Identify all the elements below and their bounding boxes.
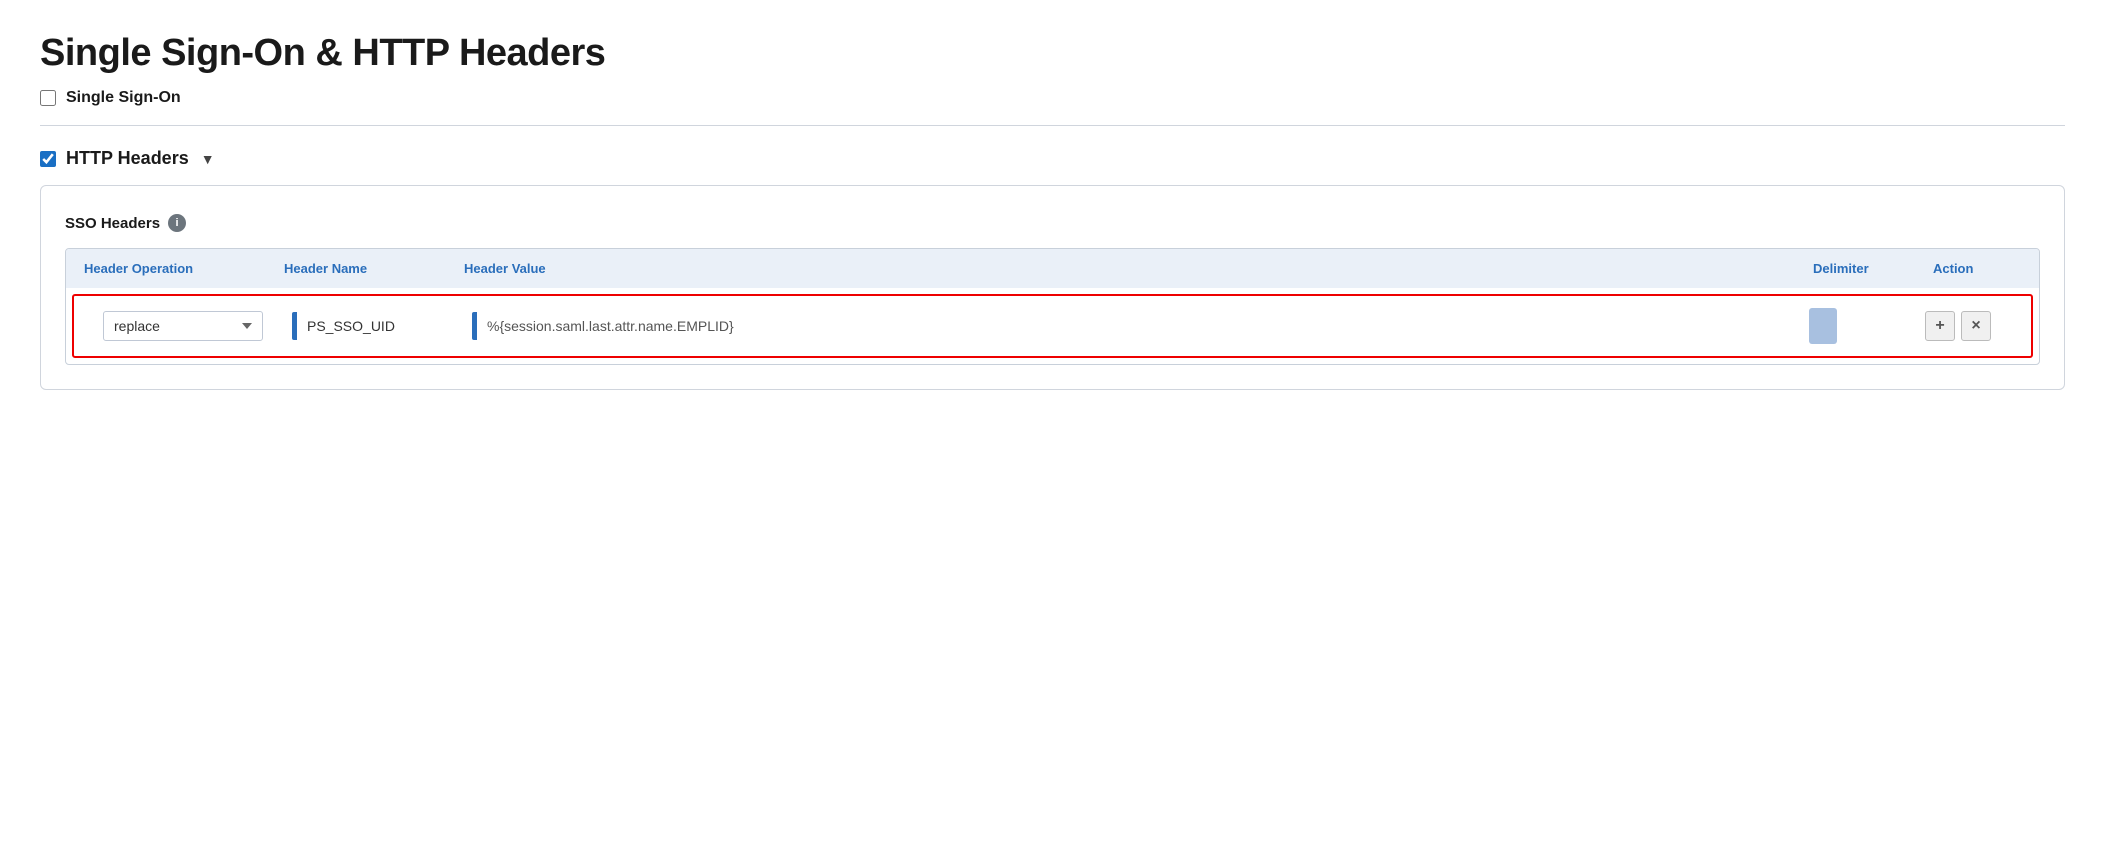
action-cell: + × bbox=[1919, 309, 2019, 343]
col-header-value: Header Value bbox=[458, 259, 1807, 278]
header-value-input[interactable] bbox=[477, 312, 1793, 340]
single-signon-checkbox[interactable] bbox=[40, 90, 56, 106]
sso-headers-table: Header Operation Header Name Header Valu… bbox=[65, 248, 2040, 365]
col-header-name: Header Name bbox=[278, 259, 458, 278]
remove-row-button[interactable]: × bbox=[1961, 311, 1991, 341]
single-signon-section: Single Sign-On bbox=[40, 89, 2065, 107]
table-header-row: Header Operation Header Name Header Valu… bbox=[66, 249, 2039, 288]
http-headers-checkbox[interactable] bbox=[40, 151, 56, 167]
header-value-cell bbox=[466, 310, 1799, 342]
http-headers-section-header: HTTP Headers ▼ bbox=[40, 148, 2065, 169]
delimiter-bar bbox=[1809, 308, 1837, 344]
sso-headers-title: SSO Headers bbox=[65, 215, 160, 232]
operation-select[interactable]: replace append prepend set bbox=[103, 311, 263, 341]
col-header-delimiter: Delimiter bbox=[1807, 259, 1927, 278]
http-headers-dropdown-arrow[interactable]: ▼ bbox=[201, 151, 215, 167]
header-name-cell bbox=[286, 310, 466, 342]
add-row-button[interactable]: + bbox=[1925, 311, 1955, 341]
single-signon-label: Single Sign-On bbox=[66, 89, 181, 107]
info-icon[interactable]: i bbox=[168, 214, 186, 232]
delimiter-cell bbox=[1799, 306, 1919, 346]
page-title: Single Sign-On & HTTP Headers bbox=[40, 32, 2065, 75]
section-divider bbox=[40, 125, 2065, 126]
col-header-action: Action bbox=[1927, 259, 2027, 278]
operation-cell: replace append prepend set bbox=[86, 309, 286, 343]
http-headers-panel: SSO Headers i Header Operation Header Na… bbox=[40, 185, 2065, 390]
sso-headers-title-row: SSO Headers i bbox=[65, 214, 2040, 232]
table-row: replace append prepend set bbox=[72, 294, 2033, 358]
http-headers-label: HTTP Headers bbox=[66, 148, 189, 169]
col-header-operation: Header Operation bbox=[78, 259, 278, 278]
header-name-input[interactable] bbox=[297, 312, 460, 340]
